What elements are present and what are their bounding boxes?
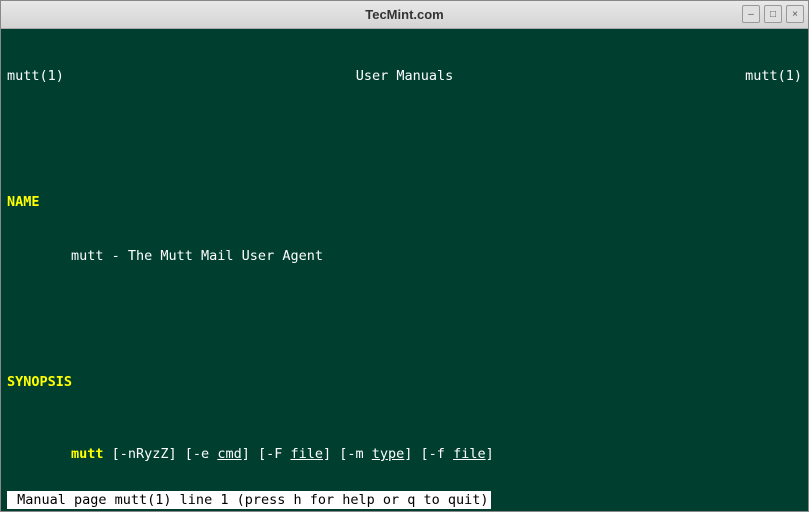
man-header: mutt(1) User Manuals mutt(1) — [7, 67, 802, 85]
name-text: mutt - The Mutt Mail User Agent — [7, 247, 802, 265]
close-button[interactable]: × — [786, 5, 804, 23]
window-titlebar: TecMint.com – □ × — [1, 1, 808, 29]
maximize-button[interactable]: □ — [764, 5, 782, 23]
window-title: TecMint.com — [365, 7, 444, 22]
man-header-right: mutt(1) — [745, 67, 802, 85]
minimize-button[interactable]: – — [742, 5, 760, 23]
section-name-heading: NAME — [7, 193, 802, 211]
window-controls: – □ × — [742, 5, 804, 23]
terminal-viewport[interactable]: mutt(1) User Manuals mutt(1) NAME mutt -… — [1, 29, 808, 511]
man-header-center: User Manuals — [356, 67, 454, 85]
section-synopsis-heading: SYNOPSIS — [7, 373, 802, 391]
man-header-left: mutt(1) — [7, 67, 64, 85]
synopsis-line-1: mutt [-nRyzZ] [-e cmd] [-F file] [-m typ… — [7, 445, 802, 463]
pager-status-bar: Manual page mutt(1) line 1 (press h for … — [7, 491, 491, 509]
